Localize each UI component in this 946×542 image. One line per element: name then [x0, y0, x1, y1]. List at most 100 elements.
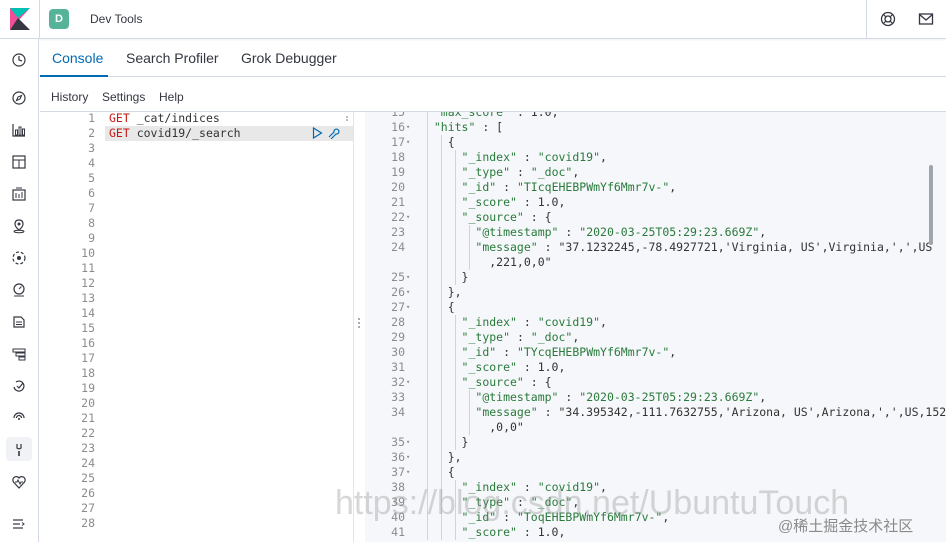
- line-number: 13: [81, 291, 95, 305]
- line-number: 19: [81, 381, 95, 395]
- response-line-number: 15: [391, 112, 405, 119]
- left-nav: [0, 39, 39, 542]
- collapse-menu-icon[interactable]: [11, 516, 27, 532]
- line-number: 21: [81, 411, 95, 425]
- logs-icon[interactable]: [11, 314, 27, 330]
- history-link[interactable]: History: [51, 90, 88, 104]
- response-line: ,0,0": [420, 420, 524, 434]
- response-line: "_source" : {: [461, 210, 552, 224]
- response-line: "_index" : "covid19",: [461, 150, 607, 164]
- fold-toggle-icon[interactable]: ▾: [406, 213, 410, 221]
- response-line-number: 33: [391, 390, 405, 404]
- watermark-source: @稀土掘金技术社区: [778, 518, 914, 535]
- response-line-number: 36: [391, 450, 405, 464]
- header-divider: [39, 0, 40, 39]
- line-number: 12: [81, 276, 95, 290]
- ml-icon[interactable]: [11, 250, 27, 266]
- dev-tools-wrench-icon[interactable]: [11, 442, 27, 458]
- apm-icon[interactable]: [11, 346, 27, 362]
- line-number: 27: [81, 501, 95, 515]
- response-scrollbar[interactable]: [929, 165, 933, 245]
- response-line: ,221,0,0": [420, 255, 552, 269]
- siem-icon[interactable]: [11, 410, 27, 426]
- line-number: 26: [81, 486, 95, 500]
- response-line-number: 37: [391, 465, 405, 479]
- response-line-number: 26: [391, 285, 405, 299]
- metrics-icon[interactable]: [11, 282, 27, 298]
- request-gutter: 1 2 3 4 5 6 7 8 9 10 11 12 13 14 15 16 17 18 19 20 21 22 23 24 2…: [45, 111, 105, 542]
- response-line: "_score" : 1.0,: [461, 195, 566, 209]
- help-link[interactable]: Help: [159, 90, 184, 104]
- response-line-number: 18: [391, 150, 405, 164]
- line-number: 11: [81, 261, 95, 275]
- response-line: "hits" : [: [433, 120, 504, 134]
- line-number: 17: [81, 351, 95, 365]
- line-number: 20: [81, 396, 95, 410]
- fold-toggle-icon[interactable]: ▾: [406, 123, 410, 131]
- response-editor[interactable]: 15 "max_score" : 1.0, 16 ▾ "hits" : [17 ▾ {…: [365, 112, 946, 542]
- fold-toggle-icon[interactable]: ▾: [406, 303, 410, 311]
- fold-toggle-icon[interactable]: ▾: [406, 453, 410, 461]
- fold-toggle-icon[interactable]: ▾: [406, 438, 410, 446]
- settings-link[interactable]: Settings: [102, 90, 145, 104]
- line-number: 25: [81, 471, 95, 485]
- response-line-number: 35: [391, 435, 405, 449]
- response-line-number: 21: [391, 195, 405, 209]
- response-line-number: 19: [391, 165, 405, 179]
- response-line-number: 25: [391, 270, 405, 284]
- fold-toggle-icon[interactable]: ▾: [406, 468, 410, 476]
- fold-toggle-icon[interactable]: ▾: [406, 138, 410, 146]
- canvas-icon[interactable]: [11, 186, 27, 202]
- help-icon[interactable]: [880, 11, 896, 27]
- active-tab-indicator: [40, 75, 108, 77]
- request-line[interactable]: GET _cat/indices: [109, 111, 220, 125]
- line-number: 14: [81, 306, 95, 320]
- response-line: "_id" : "TIcqEHEBPWmYf6Mmr7v-",: [461, 180, 677, 194]
- discover-compass-icon[interactable]: [11, 90, 27, 106]
- wrench-settings-icon[interactable]: [327, 127, 340, 139]
- response-line: },: [420, 285, 462, 299]
- line-number: 9: [88, 231, 95, 245]
- tab-grok-debugger[interactable]: Grok Debugger: [241, 50, 337, 66]
- response-line: "_score" : 1.0,: [461, 360, 566, 374]
- response-line-number: 34: [391, 405, 405, 419]
- tab-search-profiler[interactable]: Search Profiler: [126, 50, 219, 66]
- maps-icon[interactable]: [11, 218, 27, 234]
- play-icon[interactable]: [312, 127, 323, 139]
- monitoring-heartbeat-icon[interactable]: [11, 474, 27, 490]
- response-line-number: 31: [391, 360, 405, 374]
- uptime-icon[interactable]: [11, 378, 27, 394]
- response-line-number: 17: [391, 135, 405, 149]
- response-line-number: 32: [391, 375, 405, 389]
- editor-more-icon[interactable]: [345, 115, 349, 123]
- response-line-number: 41: [391, 525, 405, 539]
- recent-clock-icon[interactable]: [11, 52, 27, 68]
- visualize-chart-icon[interactable]: [11, 122, 27, 138]
- response-line: }: [420, 435, 469, 449]
- response-line: "message" : "34.395342,-111.7632755,'Ari…: [475, 405, 946, 419]
- space-avatar[interactable]: D: [49, 9, 69, 29]
- response-line: "message" : "37.1232245,-78.4927721,'Vir…: [475, 240, 933, 254]
- request-editor[interactable]: 1 2 3 4 5 6 7 8 9 10 11 12 13 14 15 16 17 18 19 20 21 22 23 24 2…: [45, 111, 353, 542]
- header-divider-right: [866, 0, 867, 39]
- fold-toggle-icon[interactable]: ▾: [406, 273, 410, 281]
- drag-handle-icon[interactable]: [357, 317, 361, 329]
- kibana-logo-icon[interactable]: [10, 8, 30, 30]
- dashboard-icon[interactable]: [11, 154, 27, 170]
- line-number: 5: [88, 171, 95, 185]
- request-path: covid19/_search: [129, 126, 241, 140]
- line-number: 4: [88, 156, 95, 170]
- fold-toggle-icon[interactable]: ▾: [406, 378, 410, 386]
- response-line: "_type" : "_doc",: [461, 165, 580, 179]
- response-line: "_source" : {: [461, 375, 552, 389]
- response-line: "_index" : "covid19",: [461, 315, 607, 329]
- line-number: 28: [81, 516, 95, 530]
- request-line[interactable]: GET covid19/_search: [109, 126, 241, 140]
- response-line-number: 28: [391, 315, 405, 329]
- line-number: 2: [88, 126, 95, 140]
- fold-toggle-icon[interactable]: ▾: [406, 288, 410, 296]
- response-line-number: 16: [391, 120, 405, 134]
- line-number: 16: [81, 336, 95, 350]
- mail-icon[interactable]: [918, 11, 934, 27]
- tab-console[interactable]: Console: [52, 50, 103, 66]
